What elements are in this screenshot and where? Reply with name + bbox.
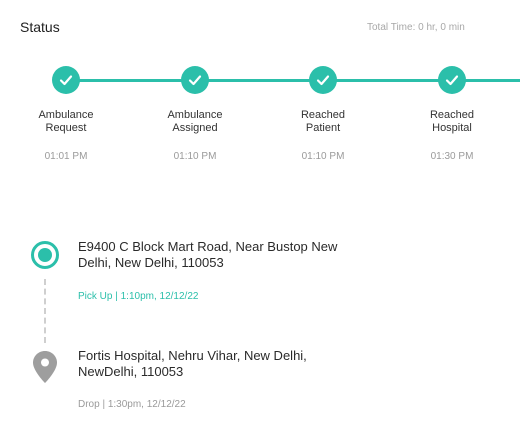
step-reached-patient: Reached Patient 01:10 PM	[268, 66, 378, 162]
step-time: 01:10 PM	[301, 151, 345, 162]
step-time: 01:10 PM	[173, 151, 217, 162]
step-time: 01:30 PM	[430, 151, 474, 162]
check-icon	[181, 66, 209, 94]
drop-meta: Drop | 1:30pm, 12/12/22	[78, 399, 186, 410]
step-label: Ambulance Request	[38, 109, 94, 134]
step-label: Reached Hospital	[429, 109, 475, 134]
pickup-meta: Pick Up | 1:10pm, 12/12/22	[78, 291, 199, 302]
step-time: 01:01 PM	[44, 151, 88, 162]
step-ambulance-assigned: Ambulance Assigned 01:10 PM	[140, 66, 250, 162]
step-reached-hospital: Reached Hospital 01:30 PM	[397, 66, 507, 162]
drop-address: Fortis Hospital, Nehru Vihar, New Delhi,…	[78, 348, 307, 379]
map-pin-icon	[33, 351, 57, 388]
route-connector	[44, 279, 46, 343]
step-label: Reached Patient	[300, 109, 346, 134]
pickup-location-icon	[31, 241, 59, 269]
check-icon	[309, 66, 337, 94]
total-time: Total Time: 0 hr, 0 min	[367, 22, 465, 33]
status-title: Status	[20, 19, 60, 35]
check-icon	[438, 66, 466, 94]
step-label: Ambulance Assigned	[167, 109, 223, 134]
pickup-address: E9400 C Block Mart Road, Near Bustop New…	[78, 239, 338, 270]
step-ambulance-request: Ambulance Request 01:01 PM	[11, 66, 121, 162]
check-icon	[52, 66, 80, 94]
